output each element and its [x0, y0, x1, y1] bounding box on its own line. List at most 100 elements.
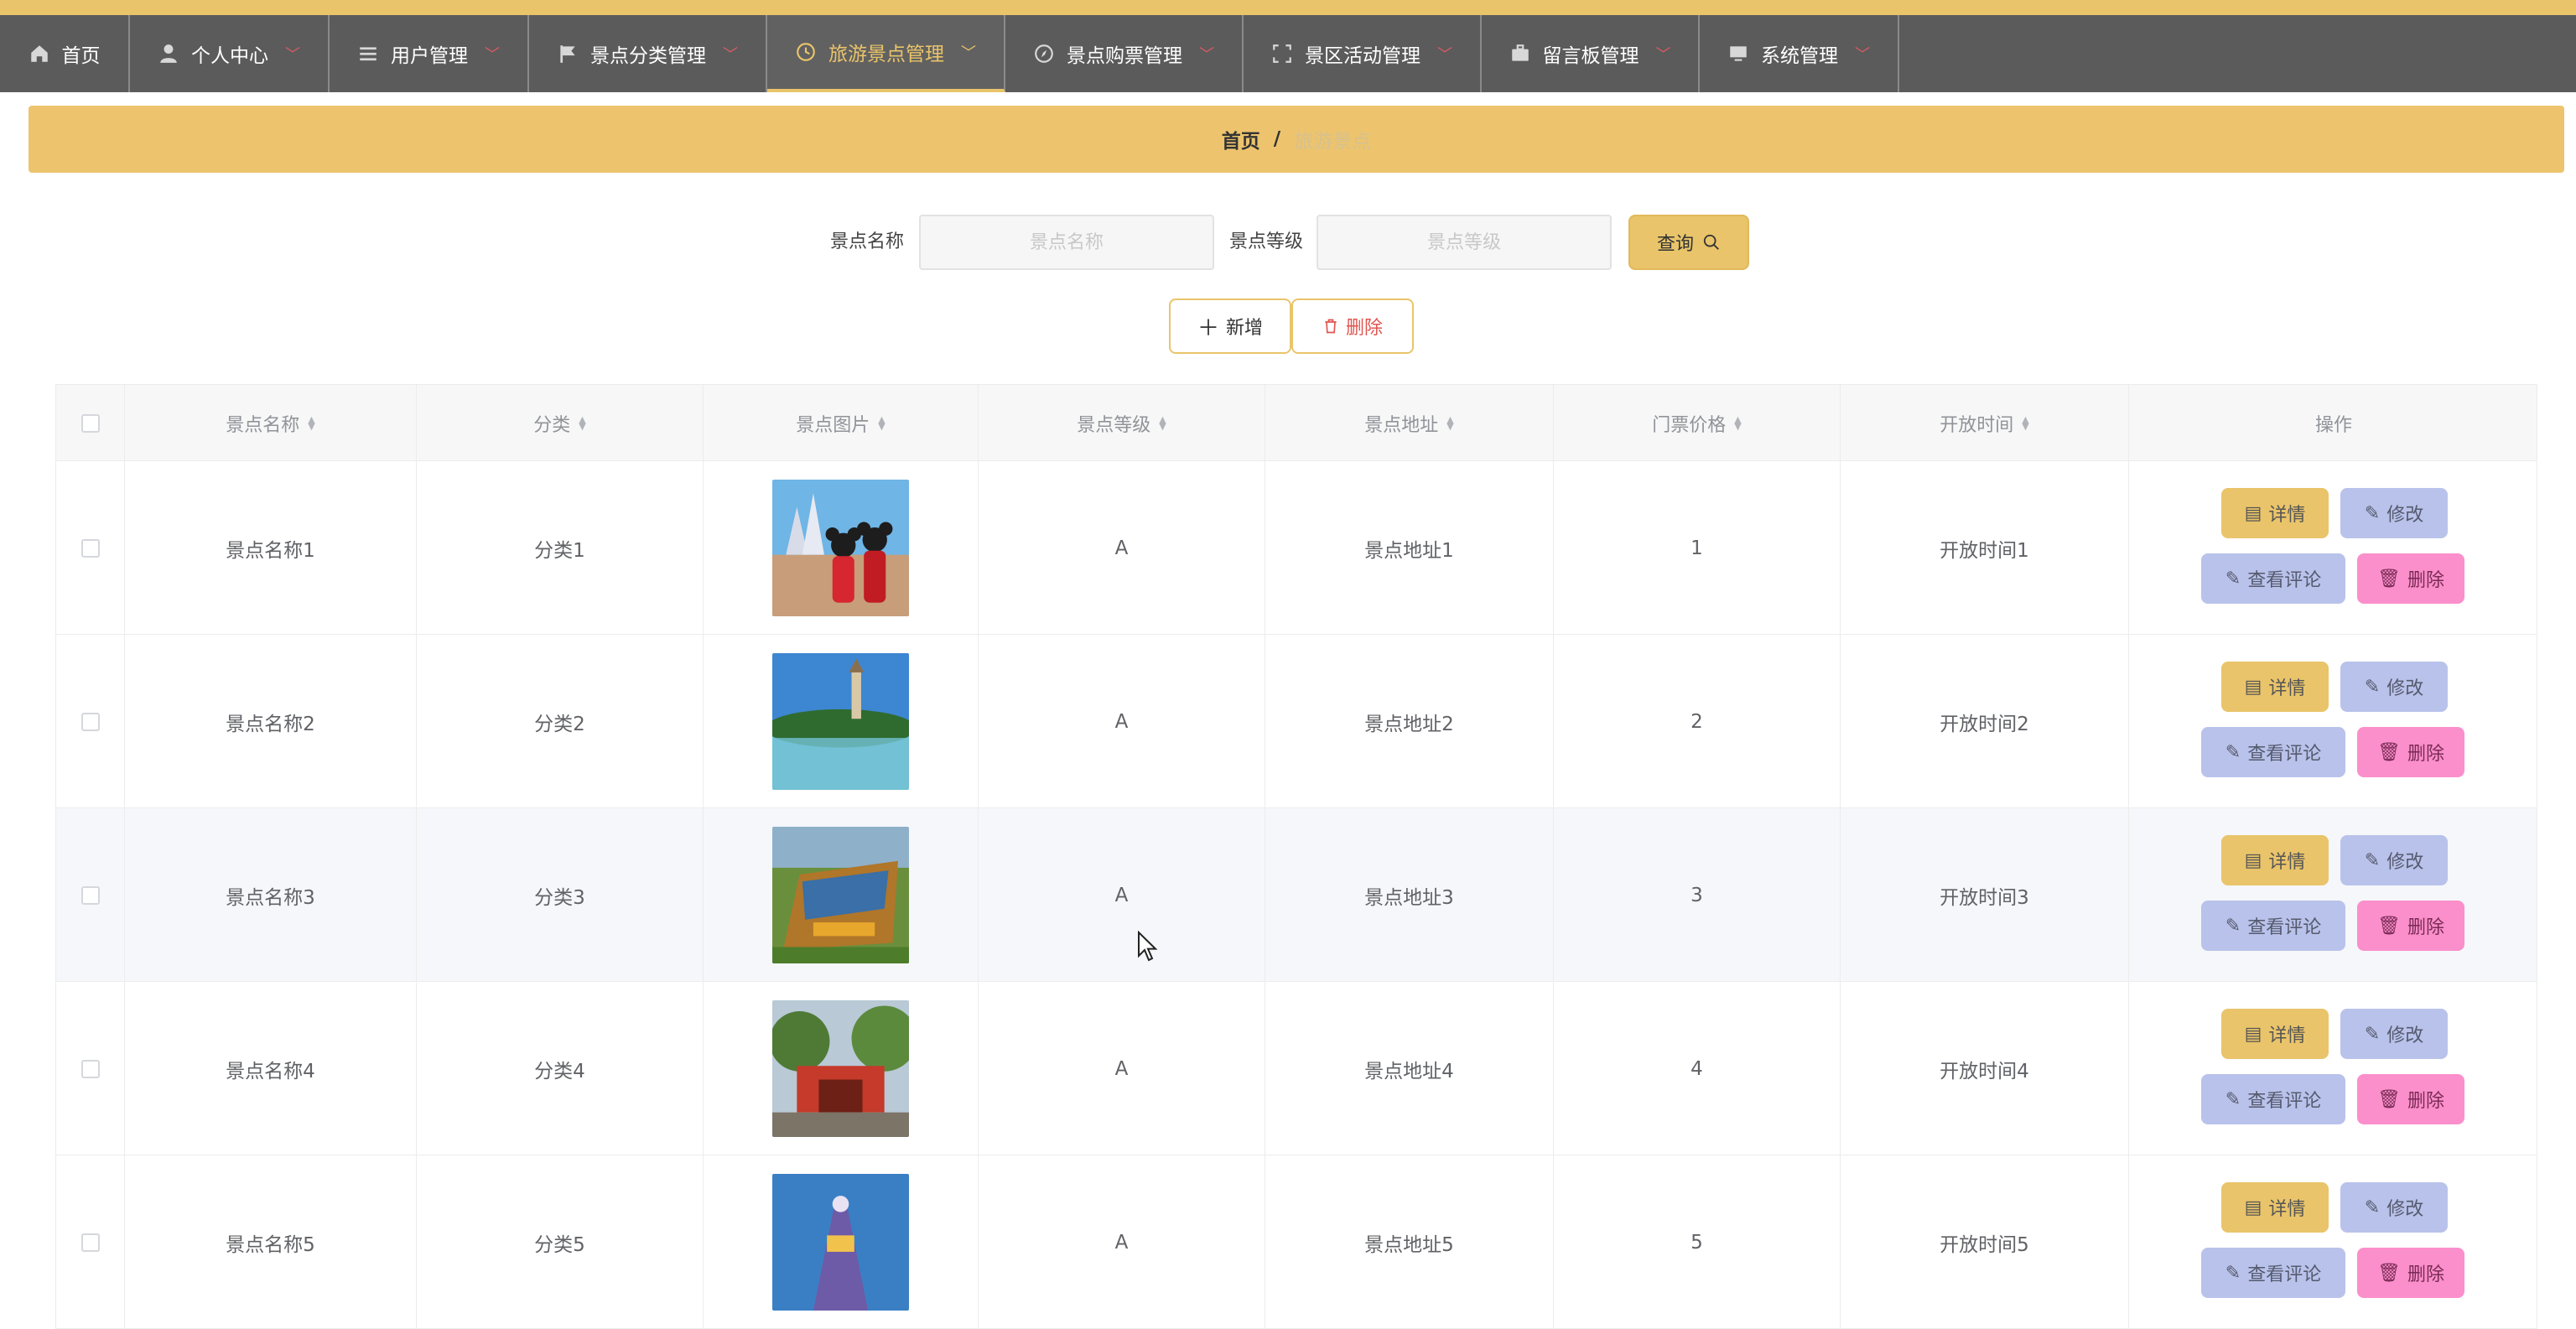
- add-button[interactable]: ＋ 新增: [1169, 299, 1291, 354]
- attraction-image[interactable]: [772, 653, 909, 790]
- cell-level: A: [979, 461, 1265, 635]
- mouse-cursor-icon: [1138, 931, 1158, 962]
- detail-label: 详情: [2268, 505, 2306, 526]
- user-icon: [160, 44, 177, 63]
- nav-item-tickets[interactable]: 景点购票管理 ﹀: [1005, 15, 1244, 92]
- edit-button[interactable]: ✎ 修改: [2340, 1182, 2448, 1233]
- sort-icon[interactable]: ▲ ▼: [308, 415, 314, 431]
- sort-icon[interactable]: ▲ ▼: [1159, 415, 1166, 431]
- cell-category: 分类5: [417, 1155, 704, 1329]
- edit-label: 修改: [2386, 678, 2424, 699]
- pencil-icon: ✎: [2364, 849, 2381, 871]
- detail-button[interactable]: ▤ 详情: [2221, 835, 2329, 885]
- row-checkbox[interactable]: [80, 712, 100, 731]
- trash-icon: 🗑: [2377, 1088, 2401, 1110]
- select-all-checkbox[interactable]: [80, 414, 100, 433]
- header-name[interactable]: 景点名称 ▲ ▼: [125, 385, 417, 462]
- pencil-icon: ✎: [2225, 1088, 2241, 1110]
- chevron-down-icon: ﹀: [961, 44, 976, 62]
- cell-price: 5: [1554, 1155, 1841, 1329]
- cell-price: 1: [1554, 461, 1841, 635]
- row-checkbox[interactable]: [80, 538, 100, 558]
- level-search-input[interactable]: [1317, 215, 1612, 270]
- cell-ops: ▤ 详情 ✎ 修改 ✎ 查看评论 🗑 删除: [2129, 982, 2537, 1155]
- attraction-image[interactable]: [772, 1174, 909, 1311]
- chevron-down-icon: ﹀: [485, 46, 500, 64]
- detail-button[interactable]: ▤ 详情: [2221, 488, 2329, 538]
- nav-item-home[interactable]: 首页: [0, 15, 130, 92]
- chevron-down-icon: ﹀: [723, 46, 738, 64]
- row-checkbox[interactable]: [80, 1233, 100, 1252]
- header-level[interactable]: 景点等级 ▲ ▼: [979, 385, 1265, 462]
- sort-icon[interactable]: ▲ ▼: [1734, 415, 1741, 431]
- row-checkbox-cell: [56, 635, 125, 808]
- header-address[interactable]: 景点地址 ▲ ▼: [1265, 385, 1554, 462]
- nav-item-label: 系统管理: [1761, 45, 1838, 67]
- edit-button[interactable]: ✎ 修改: [2340, 835, 2448, 885]
- delete-label: 删除: [2407, 570, 2444, 591]
- nav-item-attractions[interactable]: 旅游景点管理 ﹀: [767, 15, 1005, 92]
- batch-delete-button[interactable]: 删除: [1291, 299, 1414, 354]
- briefcase-icon: [1511, 44, 1529, 61]
- view-reviews-button[interactable]: ✎ 查看评论: [2201, 727, 2345, 777]
- delete-button[interactable]: 🗑 删除: [2357, 1248, 2464, 1298]
- document-icon: ▤: [2244, 676, 2262, 698]
- nav-item-messages[interactable]: 留言板管理 ﹀: [1482, 15, 1700, 92]
- pencil-icon: ✎: [2364, 676, 2381, 698]
- view-reviews-button[interactable]: ✎ 查看评论: [2201, 1074, 2345, 1124]
- pencil-icon: ✎: [2364, 1023, 2381, 1045]
- row-checkbox[interactable]: [80, 885, 100, 905]
- header-label: 门票价格: [1652, 415, 1727, 436]
- name-search-input[interactable]: [919, 215, 1214, 270]
- cell-open-time: 开放时间3: [1841, 808, 2129, 982]
- row-checkbox[interactable]: [80, 1059, 100, 1078]
- sort-icon[interactable]: ▲ ▼: [579, 415, 585, 431]
- view-reviews-button[interactable]: ✎ 查看评论: [2201, 901, 2345, 951]
- header-price[interactable]: 门票价格 ▲ ▼: [1554, 385, 1841, 462]
- view-reviews-button[interactable]: ✎ 查看评论: [2201, 553, 2345, 604]
- delete-button[interactable]: 🗑 删除: [2357, 901, 2464, 951]
- review-label: 查看评论: [2247, 570, 2322, 591]
- cell-address: 景点地址1: [1265, 461, 1554, 635]
- sort-icon[interactable]: ▲ ▼: [1446, 415, 1453, 431]
- delete-button[interactable]: 🗑 删除: [2357, 1074, 2464, 1124]
- nav-item-users[interactable]: 用户管理 ﹀: [330, 15, 529, 92]
- detail-button[interactable]: ▤ 详情: [2221, 1009, 2329, 1059]
- cell-price: 3: [1554, 808, 1841, 982]
- level-label: 景点等级: [1229, 231, 1304, 252]
- cell-ops: ▤ 详情 ✎ 修改 ✎ 查看评论 🗑 删除: [2129, 635, 2537, 808]
- detail-button[interactable]: ▤ 详情: [2221, 1182, 2329, 1233]
- header-image[interactable]: 景点图片 ▲ ▼: [704, 385, 979, 462]
- header-category[interactable]: 分类 ▲ ▼: [417, 385, 704, 462]
- attraction-image[interactable]: [772, 480, 909, 616]
- sort-icon[interactable]: ▲ ▼: [2022, 415, 2028, 431]
- query-button[interactable]: 查询: [1628, 215, 1749, 270]
- cell-category: 分类2: [417, 635, 704, 808]
- breadcrumb-home[interactable]: 首页: [1222, 125, 1260, 153]
- edit-button[interactable]: ✎ 修改: [2340, 488, 2448, 538]
- name-label: 景点名称: [830, 231, 905, 252]
- breadcrumb-current: 旅游景点: [1294, 131, 1372, 153]
- trash-icon: 🗑: [2377, 915, 2401, 937]
- cell-open-time: 开放时间2: [1841, 635, 2129, 808]
- cell-price: 2: [1554, 635, 1841, 808]
- nav-item-system[interactable]: 系统管理 ﹀: [1700, 15, 1899, 92]
- header-open-time[interactable]: 开放时间 ▲ ▼: [1841, 385, 2129, 462]
- sort-icon[interactable]: ▲ ▼: [878, 415, 885, 431]
- attraction-image[interactable]: [772, 1000, 909, 1137]
- view-reviews-button[interactable]: ✎ 查看评论: [2201, 1248, 2345, 1298]
- nav-item-activities[interactable]: 景区活动管理 ﹀: [1244, 15, 1482, 92]
- top-nav: 首页 个人中心 ﹀ 用户管理 ﹀ 景点分类管理 ﹀ 旅游景点管理 ﹀ 景点购票管…: [0, 15, 2576, 92]
- nav-item-profile[interactable]: 个人中心 ﹀: [130, 15, 330, 92]
- delete-label: 删除: [2407, 744, 2444, 765]
- chevron-down-icon: ﹀: [1655, 46, 1671, 64]
- edit-button[interactable]: ✎ 修改: [2340, 1009, 2448, 1059]
- attraction-image[interactable]: [772, 827, 909, 963]
- detail-button[interactable]: ▤ 详情: [2221, 662, 2329, 712]
- edit-button[interactable]: ✎ 修改: [2340, 662, 2448, 712]
- delete-button[interactable]: 🗑 删除: [2357, 727, 2464, 777]
- cell-address: 景点地址3: [1265, 808, 1554, 982]
- fullscreen-icon: [1273, 44, 1291, 63]
- nav-item-categories[interactable]: 景点分类管理 ﹀: [529, 15, 767, 92]
- delete-button[interactable]: 🗑 删除: [2357, 553, 2464, 604]
